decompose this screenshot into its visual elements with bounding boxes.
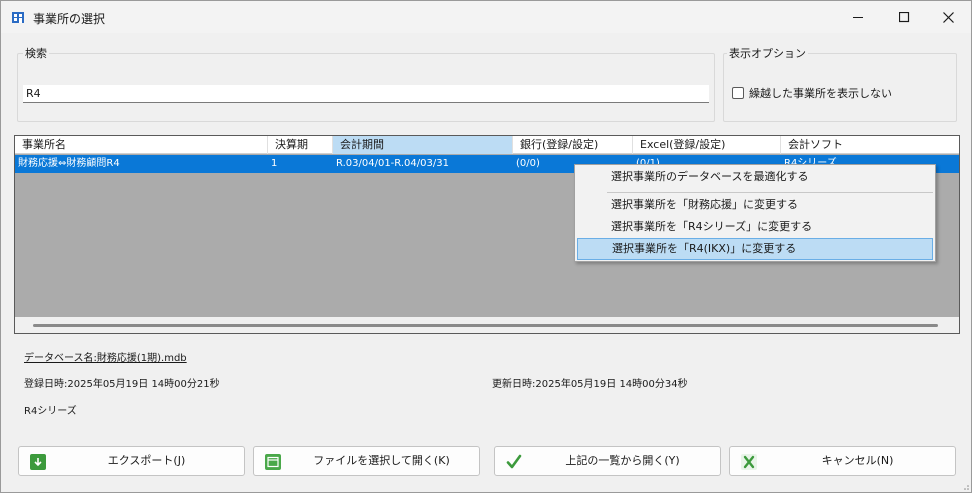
menu-item-optimize-database[interactable]: 選択事業所のデータベースを最適化する (577, 166, 933, 188)
maximize-button[interactable] (881, 1, 927, 33)
hide-carried-over-label: 繰越した事業所を表示しない (749, 87, 892, 100)
download-arrow-icon (30, 454, 46, 470)
open-file-button-label: ファイルを選択して開く(K) (313, 454, 450, 467)
column-header-fiscal-term[interactable]: 決算期 (268, 136, 333, 154)
column-header-excel[interactable]: Excel(登録/設定) (633, 136, 781, 154)
updated-datetime: 更新日時:2025年05月19日 14時00分34秒 (492, 379, 688, 390)
horizontal-scrollbar[interactable] (15, 317, 959, 333)
close-button[interactable] (925, 1, 971, 33)
export-button[interactable]: エクスポート(J) (18, 446, 245, 476)
column-header-office-name[interactable]: 事業所名 (15, 136, 268, 154)
close-icon (942, 11, 954, 23)
cell-accounting-period: R.03/04/01-R.04/03/31 (336, 158, 449, 169)
cancel-button[interactable]: キャンセル(N) (729, 446, 956, 476)
context-menu: 選択事業所のデータベースを最適化する 選択事業所を「財務応援」に変更する 選択事… (574, 164, 936, 262)
search-input[interactable] (23, 85, 709, 103)
software-name: R4シリーズ (24, 406, 77, 417)
checkbox-box[interactable] (732, 87, 744, 99)
column-header-bank[interactable]: 銀行(登録/設定) (513, 136, 633, 154)
checkmark-icon (506, 454, 522, 470)
search-group-label: 検索 (23, 45, 49, 61)
hide-carried-over-checkbox[interactable]: 繰越した事業所を表示しない (732, 85, 892, 101)
maximize-icon (898, 11, 909, 22)
cancel-x-icon (741, 454, 757, 470)
app-icon (12, 12, 24, 23)
menu-separator (607, 192, 933, 193)
menu-item-change-to-zaimu-ouen[interactable]: 選択事業所を「財務応援」に変更する (577, 194, 933, 216)
scrollbar-thumb[interactable] (33, 324, 938, 327)
open-from-list-button-label: 上記の一覧から開く(Y) (565, 454, 680, 467)
minimize-icon (852, 16, 863, 18)
database-name: データベース名:財務応援(1期).mdb (24, 353, 187, 364)
cell-office-name: 財務応援⇔財務顧問R4 (18, 158, 120, 169)
open-file-button[interactable]: ファイルを選択して開く(K) (253, 446, 480, 476)
column-header-accounting-period[interactable]: 会計期間 (333, 136, 513, 154)
title-bar[interactable]: 事業所の選択 (1, 1, 971, 33)
open-from-list-button[interactable]: 上記の一覧から開く(Y) (494, 446, 721, 476)
registered-datetime: 登録日時:2025年05月19日 14時00分21秒 (24, 379, 220, 390)
export-button-label: エクスポート(J) (107, 454, 186, 467)
window-icon (265, 454, 281, 470)
dialog-window: 事業所の選択 検索 表示オプション 繰越した事業所を表示しない 事業所名 決算期… (0, 0, 972, 493)
cell-fiscal-term: 1 (271, 158, 278, 169)
menu-item-change-to-r4-ikx[interactable]: 選択事業所を「R4(IKX)」に変更する (577, 238, 933, 260)
menu-item-change-to-r4-series[interactable]: 選択事業所を「R4シリーズ」に変更する (577, 216, 933, 238)
minimize-button[interactable] (835, 1, 881, 33)
cancel-button-label: キャンセル(N) (821, 454, 894, 467)
display-options-label: 表示オプション (727, 45, 808, 61)
resize-grip-icon[interactable] (961, 482, 969, 490)
window-title: 事業所の選択 (33, 12, 106, 26)
column-header-accounting-software[interactable]: 会計ソフト (781, 136, 959, 154)
grid-header: 事業所名 決算期 会計期間 銀行(登録/設定) Excel(登録/設定) 会計ソ… (15, 136, 959, 154)
